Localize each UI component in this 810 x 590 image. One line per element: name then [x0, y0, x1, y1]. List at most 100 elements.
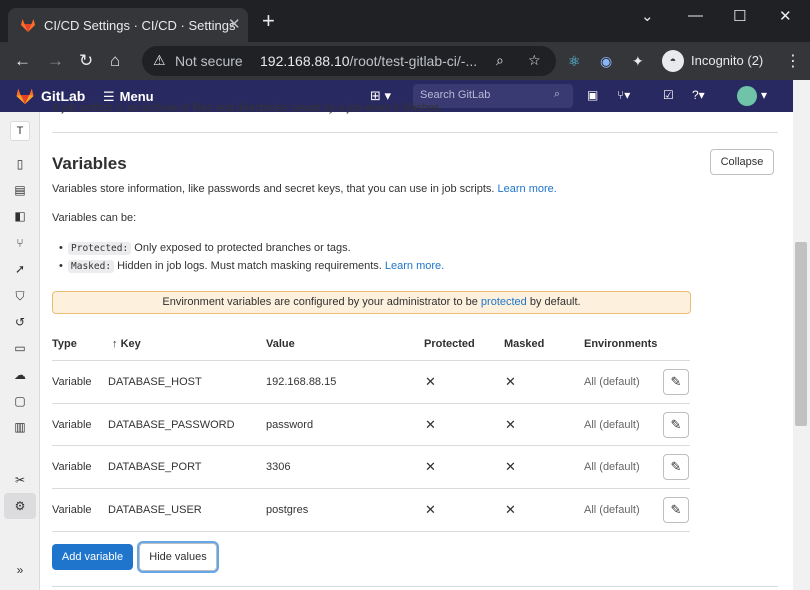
window-close-icon[interactable]: ✕: [779, 7, 792, 25]
monitor-icon[interactable]: ▭: [12, 340, 28, 356]
header-environments: Environments: [584, 338, 658, 350]
protected-x-icon: ✕: [425, 459, 436, 474]
row-environment: All (default): [584, 419, 640, 431]
section-title: Variables: [52, 154, 127, 173]
variables-can-be-label: Variables can be:: [52, 212, 137, 224]
browser-tab-strip: CI/CD Settings · CI/CD · Settings ✕ + ⌄ …: [0, 0, 810, 42]
row-key: DATABASE_PASSWORD: [108, 419, 235, 431]
back-icon[interactable]: ←: [14, 51, 31, 71]
forward-icon[interactable]: →: [47, 51, 64, 71]
sort-arrow-icon: ↑: [112, 338, 118, 350]
user-avatar[interactable]: [737, 86, 757, 106]
header-masked: Masked: [504, 338, 545, 350]
row-divider: [52, 488, 690, 489]
snippets-icon[interactable]: ✂: [12, 472, 28, 488]
todos-icon[interactable]: ☑: [663, 88, 674, 102]
security-status[interactable]: Not secure: [175, 53, 243, 69]
hide-values-button[interactable]: Hide values: [139, 543, 217, 571]
extension-search-icon[interactable]: ◉: [600, 53, 612, 70]
protected-default-alert: Environment variables are configured by …: [52, 291, 691, 314]
project-sidebar: T ▯ ▤ ◧ ⑂ ➚ ⛉ ↺ ▭ ☁ ▢ ▥ ✂ ⚙ »: [0, 112, 40, 590]
edit-variable-button[interactable]: ✎: [663, 369, 689, 395]
browser-tab[interactable]: CI/CD Settings · CI/CD · Settings ✕: [8, 8, 248, 42]
edit-variable-button[interactable]: ✎: [663, 497, 689, 523]
row-divider: [52, 360, 690, 361]
incognito-indicator[interactable]: ◓ Incognito (2): [662, 50, 763, 72]
tab-close-icon[interactable]: ✕: [228, 15, 241, 33]
row-value: 3306: [266, 461, 291, 473]
masked-text: Hidden in job logs. Must match masking r…: [117, 260, 382, 272]
masked-x-icon: ✕: [505, 374, 516, 389]
row-divider: [52, 403, 690, 404]
search-placeholder: Search GitLab: [420, 89, 491, 101]
address-bar[interactable]: ⚠ Not secure 192.168.88.10/root/test-git…: [142, 46, 556, 76]
issues-header-icon[interactable]: ▣: [587, 88, 598, 102]
browser-menu-icon[interactable]: ⋮: [785, 51, 801, 71]
edit-variable-button[interactable]: ✎: [663, 454, 689, 480]
header-value: Value: [266, 338, 295, 350]
user-menu-chevron-icon[interactable]: ▾: [761, 88, 767, 102]
masking-learn-more-link[interactable]: Learn more.: [385, 260, 444, 272]
merge-requests-header-icon[interactable]: ⑂▾: [617, 88, 630, 102]
gitlab-logo-icon[interactable]: [15, 86, 35, 106]
protected-x-icon: ✕: [425, 417, 436, 432]
warning-icon[interactable]: ⚠: [153, 52, 166, 69]
learn-more-link[interactable]: Learn more.: [498, 183, 557, 195]
help-icon[interactable]: ?▾: [692, 88, 705, 102]
masked-x-icon: ✕: [505, 459, 516, 474]
home-icon[interactable]: ⌂: [110, 51, 120, 71]
packages-icon[interactable]: ▢: [12, 393, 28, 409]
tab-search-chevron-icon[interactable]: ⌄: [641, 7, 654, 25]
row-divider: [52, 531, 690, 532]
row-value: password: [266, 419, 314, 431]
repository-icon[interactable]: ▤: [12, 182, 28, 198]
row-key: DATABASE_USER: [108, 504, 202, 516]
extensions-puzzle-icon[interactable]: ✦: [632, 53, 644, 70]
browser-toolbar: ← → ↻ ⌂ ⚠ Not secure 192.168.88.10/root/…: [0, 42, 810, 80]
row-type: Variable: [52, 461, 92, 473]
header-key-label: Key: [120, 338, 141, 350]
zoom-search-icon[interactable]: ⌕: [496, 52, 504, 69]
row-value: 192.168.88.15: [266, 376, 337, 388]
project-info-icon[interactable]: ▯: [12, 156, 28, 172]
security-icon[interactable]: ⛉: [12, 288, 28, 304]
section-description: Variables store information, like passwo…: [52, 183, 557, 195]
cicd-icon[interactable]: ➚: [12, 261, 28, 277]
header-key[interactable]: ↑ Key: [112, 338, 141, 350]
pencil-icon: ✎: [670, 374, 682, 389]
row-type: Variable: [52, 419, 92, 431]
issues-icon[interactable]: ◧: [12, 208, 28, 224]
tab-title: CI/CD Settings · CI/CD · Settings: [44, 18, 236, 33]
add-variable-button[interactable]: Add variable: [52, 544, 133, 570]
page-scrollbar-thumb[interactable]: [795, 242, 807, 426]
protected-x-icon: ✕: [425, 374, 436, 389]
deployments-icon[interactable]: ↺: [12, 314, 28, 330]
url-path: /root/test-gitlab-ci/-...: [349, 53, 478, 69]
react-devtools-icon[interactable]: ⚛: [568, 53, 581, 70]
infrastructure-icon[interactable]: ☁: [12, 367, 28, 383]
masked-x-icon: ✕: [505, 417, 516, 432]
pencil-icon: ✎: [670, 417, 682, 432]
bullet-dot: •: [59, 260, 63, 272]
project-avatar[interactable]: T: [10, 121, 30, 141]
reload-icon[interactable]: ↻: [79, 51, 93, 71]
header-protected: Protected: [424, 338, 475, 350]
merge-requests-icon[interactable]: ⑂: [12, 235, 28, 251]
new-tab-button[interactable]: +: [262, 10, 275, 32]
protected-bullet: • Protected: Only exposed to protected b…: [59, 242, 351, 255]
settings-icon[interactable]: ⚙: [12, 498, 28, 514]
bookmark-star-icon[interactable]: ☆: [528, 52, 541, 69]
row-type: Variable: [52, 376, 92, 388]
protected-link[interactable]: protected: [481, 296, 527, 308]
analytics-icon[interactable]: ▥: [12, 419, 28, 435]
maximize-icon[interactable]: ☐: [733, 7, 746, 25]
protected-code: Protected:: [68, 242, 132, 255]
collapse-sidebar-icon[interactable]: »: [12, 562, 28, 578]
url-text[interactable]: 192.168.88.10/root/test-gitlab-ci/-...: [260, 53, 477, 69]
minimize-icon[interactable]: —: [688, 7, 703, 24]
search-icon: ⌕: [554, 88, 561, 100]
edit-variable-button[interactable]: ✎: [663, 412, 689, 438]
row-key: DATABASE_PORT: [108, 461, 202, 473]
description-text: Variables store information, like passwo…: [52, 183, 495, 195]
collapse-button[interactable]: Collapse: [710, 149, 774, 175]
